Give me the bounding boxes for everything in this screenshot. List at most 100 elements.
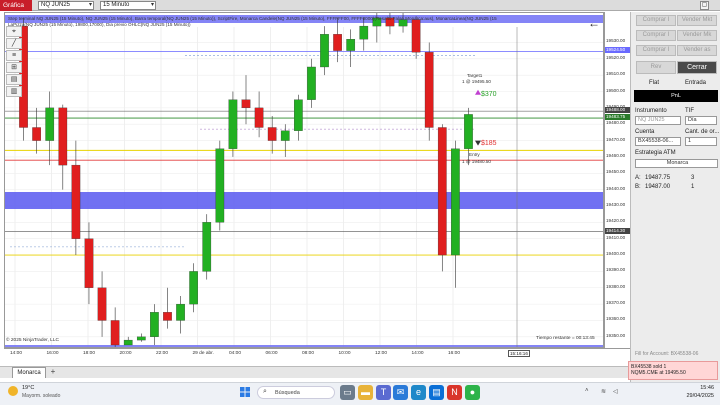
candle-body: [437, 127, 447, 256]
interval-selector[interactable]: 15 Minuto ▾: [100, 1, 156, 10]
alert-toast[interactable]: BX45538 sold 1 NQM5.CME at 19495.50: [628, 361, 718, 380]
indicator-line-2: LaPizza(NQ JUN25 (15 Minuto), 19800,1700…: [8, 21, 191, 27]
ask-label: A:: [635, 175, 641, 181]
candle-body: [333, 34, 342, 51]
price-tick-label: 19450.00: [606, 169, 626, 175]
close-button[interactable]: Cerrar: [677, 61, 717, 74]
wifi-icon[interactable]: ≋: [601, 388, 606, 395]
sell-button-1[interactable]: Vender Mkt: [677, 15, 717, 26]
price-tick-label: 19520.00: [606, 54, 626, 60]
candle-body: [71, 164, 81, 239]
candle-body: [176, 303, 185, 321]
atm-strategy-select[interactable]: Monarca: [635, 159, 718, 168]
tab-monarca[interactable]: Monarca: [12, 367, 46, 378]
instrument-selector[interactable]: NQ JUN25 ▾: [38, 1, 94, 10]
candle-body: [307, 66, 316, 100]
pnl-display: PnL: [634, 90, 718, 102]
fib-tool-icon[interactable]: ⊞: [6, 62, 22, 73]
candle-body: [84, 238, 94, 288]
rect-tool-icon[interactable]: ▤: [6, 74, 22, 85]
chart-panel[interactable]: [4, 12, 604, 348]
windows-start-icon[interactable]: [240, 387, 250, 397]
tif-label: TIF: [685, 108, 694, 114]
buy-button-3[interactable]: Comprar I: [636, 45, 676, 56]
instrument-label: Instrumento: [635, 108, 667, 114]
fill-message: Fill for Account: BX45538-06: [635, 351, 699, 357]
time-tick-label: 22:00: [156, 351, 169, 356]
candle-body: [451, 148, 460, 256]
time-tick-label: 18:00: [83, 351, 96, 356]
ask-price: 19487.75: [645, 175, 671, 181]
target-order: 1 @ 19495.50: [462, 79, 491, 84]
chart-tabs-bar: [0, 366, 720, 378]
tray-chevron-icon[interactable]: ˄: [585, 388, 589, 394]
price-tick-label: 19390.00: [606, 267, 626, 273]
price-tick-label: 19410.00: [606, 234, 626, 240]
entrada-label: Entrada: [685, 80, 707, 86]
price-chart[interactable]: [5, 13, 604, 348]
teams-icon[interactable]: T: [376, 385, 391, 400]
store-icon[interactable]: ▤: [429, 385, 444, 400]
tif-select[interactable]: Día: [685, 116, 717, 125]
line-tool-icon[interactable]: ╱: [6, 38, 22, 49]
task-view-icon[interactable]: ▭: [340, 385, 355, 400]
ninjatrader-icon[interactable]: N: [447, 385, 462, 400]
time-tick-label: 16:00: [448, 351, 461, 356]
candle-body: [110, 320, 120, 346]
candle-body: [294, 99, 303, 131]
cursor-tool-icon[interactable]: ⌖: [6, 26, 22, 37]
buy-button-2[interactable]: Comprar I: [636, 30, 676, 41]
candle-body: [228, 99, 238, 149]
time-tick-label: 16:00: [46, 351, 59, 356]
bid-size: 1: [691, 184, 695, 190]
search-box[interactable]: ⌕ Búsqueda: [257, 386, 335, 399]
account-select[interactable]: BX45538-06...: [635, 137, 681, 146]
price-axis: 19530.0019520.0019510.0019500.0019490.00…: [604, 12, 631, 348]
price-tick-label: 19430.00: [606, 201, 626, 207]
alert-line-2: NQM5.CME at 19495.50: [631, 370, 686, 376]
instrument-field[interactable]: NQ JUN25: [635, 116, 681, 125]
stop-pnl: $185: [481, 140, 497, 147]
chevron-down-icon: ▾: [150, 2, 154, 8]
search-placeholder: Búsqueda: [275, 390, 300, 396]
atm-strategy-label: Estrategia ATM: [635, 150, 676, 156]
candle-body: [215, 148, 225, 223]
time-tick-label: 20:00: [119, 351, 132, 356]
price-tick-label: 19350.00: [606, 332, 626, 338]
cursor-time-label: 15:16:16: [508, 350, 530, 357]
sell-button-2[interactable]: Vender Mk: [677, 30, 717, 41]
chart-window-tab[interactable]: Gráfica: [0, 0, 32, 11]
menu-icon[interactable]: ▢: [700, 1, 709, 10]
candle-body: [280, 130, 290, 141]
sell-button-3[interactable]: Vender as: [677, 45, 717, 56]
buy-button-1[interactable]: Comprar I: [636, 15, 676, 26]
time-tick-label: 29 de abr.: [192, 351, 214, 356]
time-tick-label: 14:00: [10, 351, 23, 356]
price-marker-label: 19524.50: [605, 47, 631, 54]
candle-body: [97, 287, 107, 321]
weather-icon[interactable]: [8, 386, 18, 396]
indicator-legend: Step terminal NQ JUN25 (15 Minuto), NQ J…: [8, 16, 598, 30]
candle-body: [189, 271, 198, 305]
rev-button[interactable]: Rev: [636, 61, 676, 74]
quantity-stepper[interactable]: 1: [685, 137, 717, 146]
candle-body: [254, 107, 264, 128]
price-tick-label: 19470.00: [606, 136, 626, 142]
interval-value: 15 Minuto: [103, 2, 130, 8]
edge-icon[interactable]: e: [411, 385, 426, 400]
time-tick-label: 14:00: [411, 351, 424, 356]
candle-body: [464, 114, 473, 149]
volume-icon[interactable]: ◁: [613, 388, 618, 395]
price-tick-label: 19440.00: [606, 185, 626, 191]
ray-tool-icon[interactable]: ≡: [6, 50, 22, 61]
price-tick-label: 19460.00: [606, 152, 626, 158]
mail-icon[interactable]: ✉: [393, 385, 408, 400]
file-explorer-icon[interactable]: ▬: [358, 385, 373, 400]
chrome-icon[interactable]: ●: [465, 385, 480, 400]
back-arrow-icon[interactable]: ←: [588, 16, 600, 30]
add-tab-button[interactable]: +: [48, 368, 58, 377]
candle-body: [320, 34, 329, 68]
candle-body: [136, 336, 146, 341]
text-tool-icon[interactable]: ▥: [6, 86, 22, 97]
candle-body: [32, 127, 41, 141]
